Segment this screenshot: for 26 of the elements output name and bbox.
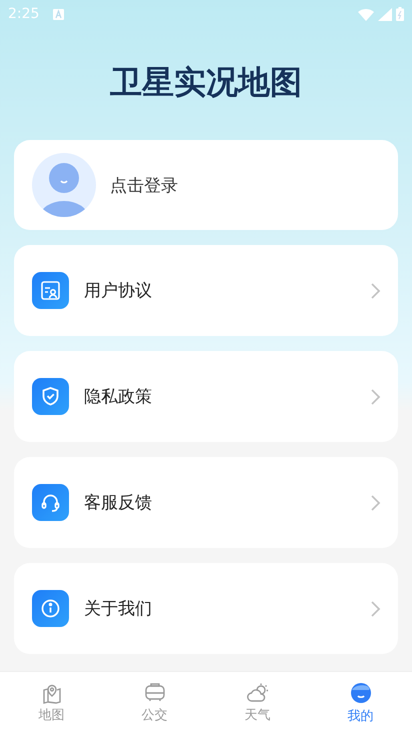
avatar-icon [32, 153, 96, 217]
chevron-icon [370, 494, 382, 512]
menu-item[interactable]: 关于我们 [14, 563, 398, 654]
document-icon [32, 272, 69, 309]
nav-tab[interactable]: 我的 [309, 672, 412, 734]
user-icon [348, 681, 372, 705]
login-card[interactable]: 点击登录 [14, 140, 398, 230]
chevron-icon [370, 600, 382, 618]
cloud-sun-icon [246, 682, 270, 704]
app-title: 卫星实况地图 [110, 62, 302, 102]
menu-item[interactable]: 隐私政策 [14, 351, 398, 442]
shield-check-icon [32, 378, 69, 415]
notification-icon [53, 8, 64, 20]
status-time: 2:25 [8, 6, 40, 22]
bus-icon [144, 682, 166, 704]
map-pin-icon [40, 682, 62, 704]
menu-item[interactable]: 客服反馈 [14, 457, 398, 548]
battery-icon [396, 7, 404, 21]
info-icon [32, 590, 69, 627]
menu-item[interactable]: 用户协议 [14, 245, 398, 336]
login-prompt: 点击登录 [110, 174, 178, 196]
chevron-icon [370, 282, 382, 300]
wifi-icon [358, 8, 374, 20]
chevron-icon [370, 388, 382, 406]
headset-icon [32, 484, 69, 521]
signal-icon [378, 8, 392, 20]
